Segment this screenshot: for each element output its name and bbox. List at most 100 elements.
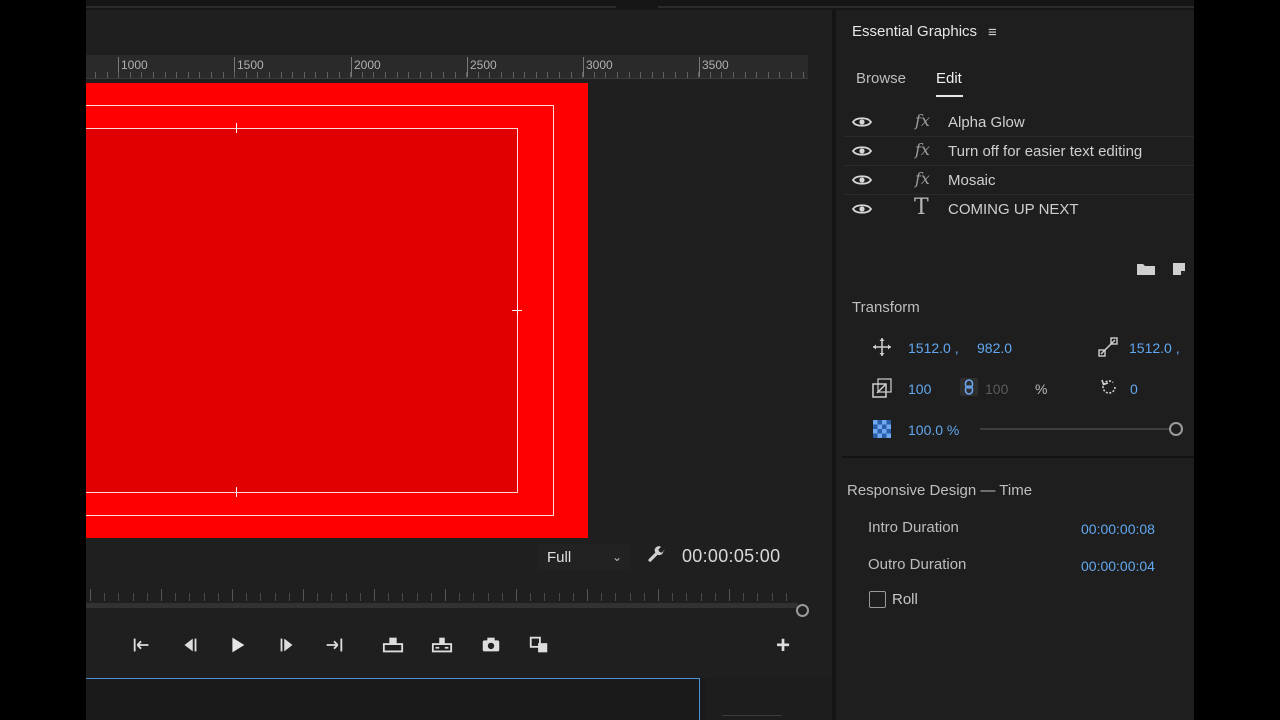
go-to-out-icon[interactable] [318, 628, 350, 662]
folder-icon[interactable] [1136, 262, 1156, 276]
scale-value[interactable]: 100 [908, 381, 931, 397]
scrub-tick [417, 593, 418, 601]
ruler-tick [605, 72, 606, 78]
ruler-label: 1000 [121, 58, 148, 72]
eye-icon[interactable] [852, 115, 872, 129]
step-forward-icon[interactable] [271, 628, 303, 662]
tab-edit[interactable]: Edit [936, 70, 962, 87]
ruler-tick [571, 72, 572, 78]
transport-controls: + [86, 628, 808, 662]
opacity-icon [873, 420, 891, 438]
scrub-end-handle[interactable] [796, 604, 809, 617]
ruler-tick [431, 72, 432, 78]
anchor-point-icon [1098, 337, 1118, 357]
position-x-value[interactable]: 1512.0 , [908, 340, 959, 356]
ruler-tick [594, 72, 595, 78]
lift-icon[interactable] [377, 628, 409, 662]
panel-menu-icon[interactable]: ≡ [988, 24, 997, 41]
eye-icon[interactable] [852, 202, 872, 216]
opacity-slider-handle[interactable] [1169, 422, 1183, 436]
responsive-design-title: Responsive Design — Time [847, 482, 1033, 499]
scrub-tick [573, 593, 574, 601]
anchor-x-value[interactable]: 1512.0 , [1129, 340, 1180, 356]
roll-checkbox[interactable] [869, 591, 886, 608]
go-to-in-icon[interactable] [126, 628, 158, 662]
scrub-tick [615, 593, 616, 601]
eye-icon[interactable] [852, 144, 872, 158]
ruler-tick [443, 72, 444, 78]
ruler-tick [385, 72, 386, 78]
ruler-tick [489, 72, 490, 78]
step-back-icon[interactable] [174, 628, 206, 662]
position-y-value[interactable]: 982.0 [977, 340, 1012, 356]
layer-row[interactable]: fx Mosaic [844, 166, 1194, 195]
outro-duration-value[interactable]: 00:00:00:04 [1081, 558, 1155, 574]
tab-browse[interactable]: Browse [856, 70, 906, 87]
scrub-tick [260, 593, 261, 601]
scrub-tick [715, 593, 716, 601]
timeline-selection[interactable] [86, 678, 700, 720]
scrub-tick [729, 589, 730, 601]
scrub-tick [175, 593, 176, 601]
timeline-area[interactable] [86, 678, 832, 720]
ruler-tick [315, 72, 316, 78]
scrub-tick [502, 593, 503, 601]
opacity-slider-track[interactable] [980, 428, 1176, 430]
wrench-icon[interactable] [645, 545, 667, 567]
guide-tick [236, 123, 237, 133]
scale-height-value: 100 [985, 381, 1009, 397]
export-frame-icon[interactable] [475, 628, 507, 662]
rotation-value[interactable]: 0 [1130, 381, 1138, 397]
ruler-label: 3500 [702, 58, 729, 72]
eye-icon[interactable] [852, 173, 872, 187]
intro-duration-value[interactable]: 00:00:00:08 [1081, 521, 1155, 537]
ruler-tick [223, 72, 224, 78]
ruler-tick [292, 72, 293, 78]
ruler-tick [466, 72, 467, 78]
scrub-tick [147, 593, 148, 601]
new-layer-icon[interactable] [1172, 262, 1186, 276]
scrub-tick [672, 593, 673, 601]
ruler-tick [733, 72, 734, 78]
ruler-tick [165, 72, 166, 78]
ruler-tick [246, 72, 247, 78]
ruler-tick [339, 72, 340, 78]
ruler-tick [478, 72, 479, 78]
section-separator [842, 456, 1194, 458]
layer-row[interactable]: fx Turn off for easier text editing [844, 137, 1194, 166]
scrub-track[interactable] [86, 603, 798, 608]
add-button-icon[interactable]: + [776, 632, 790, 660]
playhead-timecode[interactable]: 00:00:05:00 [682, 546, 780, 567]
time-scrub-bar[interactable] [86, 585, 809, 617]
ruler-tick [710, 72, 711, 78]
layer-row[interactable]: fx Alpha Glow [844, 108, 1194, 137]
compare-icon[interactable] [523, 628, 555, 662]
ruler-label: 2500 [470, 58, 497, 72]
ruler-tick [629, 72, 630, 78]
ruler-tick [118, 72, 119, 78]
scrub-tick [644, 593, 645, 601]
ruler-tick [327, 72, 328, 78]
scrub-tick [360, 593, 361, 601]
ruler-tick [513, 72, 514, 78]
scrub-tick [246, 593, 247, 601]
layer-name: Turn off for easier text editing [948, 143, 1143, 160]
intro-duration-label: Intro Duration [868, 519, 959, 536]
scrub-tick [402, 593, 403, 601]
opacity-value[interactable]: 100.0 % [908, 422, 959, 438]
playback-resolution-select[interactable]: Full ⌄ [538, 544, 630, 570]
ruler-tick [745, 72, 746, 78]
horizontal-ruler: 1000 1500 2000 2500 3000 3500 [86, 55, 808, 79]
ruler-tick [536, 72, 537, 78]
scrub-tick [161, 589, 162, 601]
extract-icon[interactable] [426, 628, 458, 662]
ruler-tick [350, 72, 351, 78]
layer-row[interactable]: T COMING UP NEXT [844, 195, 1194, 224]
scrub-tick [786, 593, 787, 601]
ruler-tick [768, 72, 769, 78]
play-icon[interactable] [221, 628, 253, 662]
scrub-tick [275, 593, 276, 601]
scrub-tick [218, 593, 219, 601]
link-icon[interactable] [959, 377, 979, 397]
scrub-tick [601, 593, 602, 601]
